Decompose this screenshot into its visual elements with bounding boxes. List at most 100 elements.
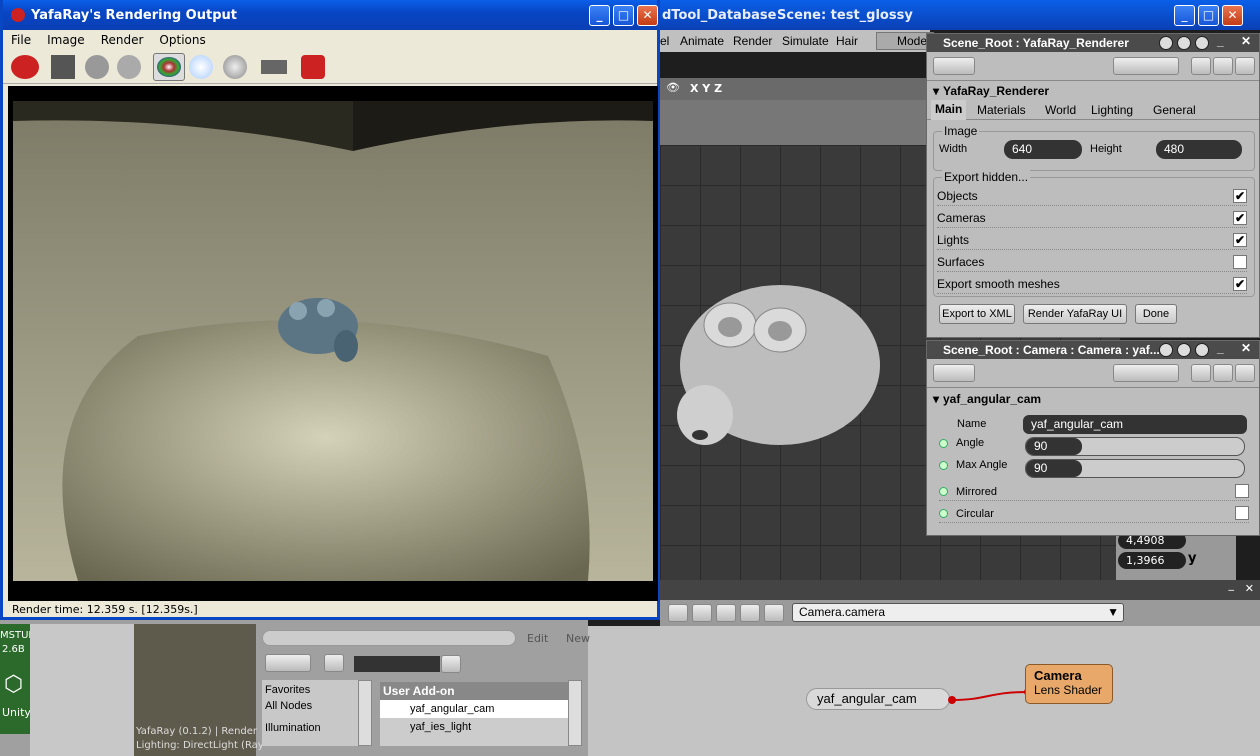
close-button[interactable]: ✕ — [1222, 5, 1243, 26]
tab-world[interactable]: World — [1045, 103, 1076, 117]
export-icon[interactable] — [117, 55, 141, 79]
tab-materials[interactable]: Materials — [977, 103, 1026, 117]
menu-options[interactable]: Options — [151, 33, 213, 47]
category-scrollbar[interactable] — [358, 680, 372, 746]
unity-label[interactable]: Unity — [2, 706, 31, 719]
search-input[interactable] — [354, 656, 440, 672]
circular-anim-icon[interactable] — [939, 509, 948, 518]
export-to-xml-button[interactable]: Export to XML — [939, 304, 1015, 324]
width-field[interactable]: 640 — [1004, 140, 1082, 159]
lens-shader-port[interactable]: Lens Shader — [1026, 683, 1112, 697]
clear-icon[interactable] — [668, 604, 688, 622]
show-alpha-icon[interactable] — [189, 55, 213, 79]
save-icon[interactable] — [51, 55, 75, 79]
panel-close-icon[interactable]: ✕ — [1241, 34, 1251, 48]
render-close-button[interactable]: ✕ — [637, 5, 658, 26]
sync-icon[interactable] — [324, 654, 344, 672]
menu-model-fragment[interactable]: el — [660, 34, 669, 48]
addon-item-ies-light[interactable]: yaf_ies_light — [380, 718, 568, 736]
menu-animate[interactable]: Animate — [680, 34, 724, 48]
shader-icon[interactable] — [716, 604, 736, 622]
circular-checkbox[interactable] — [1235, 506, 1249, 520]
eye-icon[interactable]: 👁 — [666, 81, 680, 94]
tab-main[interactable]: Main — [931, 100, 967, 120]
menu-render[interactable]: Render — [733, 34, 772, 48]
menu-hair[interactable]: Hair — [836, 34, 858, 48]
minimize-button[interactable]: _ — [1174, 5, 1195, 26]
cameras-checkbox[interactable]: ✔ — [1233, 211, 1247, 225]
minimize-icon[interactable]: _ — [1229, 578, 1235, 591]
revert-icon[interactable] — [1213, 57, 1233, 75]
lock-icon[interactable] — [1159, 36, 1173, 50]
unity-icon[interactable]: ⬡ — [4, 672, 23, 697]
camera-refresh-icon[interactable] — [1177, 343, 1191, 357]
category-illumination[interactable]: Illumination — [262, 712, 372, 734]
render-maximize-button[interactable]: □ — [613, 5, 634, 26]
render-tree-canvas[interactable]: yaf_angular_cam Camera Lens Shader — [588, 626, 1260, 756]
camera-section-header[interactable]: ▾ yaf_angular_cam — [927, 387, 1259, 409]
category-all-nodes[interactable]: All Nodes — [262, 696, 372, 712]
quit-icon[interactable] — [301, 55, 325, 79]
menu-render-yaf[interactable]: Render — [93, 33, 152, 47]
preset-icons[interactable] — [1113, 57, 1179, 75]
render-yafaray-ui-button[interactable]: Render YafaRay UI — [1023, 304, 1127, 324]
max-angle-anim-icon[interactable] — [939, 460, 948, 470]
camera-close-icon[interactable]: ✕ — [1241, 341, 1251, 355]
edit-button[interactable]: Edit — [527, 632, 548, 645]
menu-simulate[interactable]: Simulate — [782, 34, 829, 48]
angle-slider[interactable]: 90 — [1025, 437, 1245, 456]
lights-checkbox[interactable]: ✔ — [1233, 233, 1247, 247]
value-y[interactable]: 1,3966 — [1118, 552, 1186, 569]
smooth-meshes-checkbox[interactable]: ✔ — [1233, 277, 1247, 291]
render-icon[interactable] — [11, 55, 39, 79]
maximize-button[interactable]: □ — [1198, 5, 1219, 26]
info-icon[interactable] — [1195, 36, 1209, 50]
angle-value[interactable]: 90 — [1026, 438, 1082, 455]
max-angle-value[interactable]: 90 — [1026, 460, 1082, 477]
save-alpha-icon[interactable] — [85, 55, 109, 79]
mirrored-checkbox[interactable] — [1235, 484, 1249, 498]
mirrored-anim-icon[interactable] — [939, 487, 948, 496]
thumbnail[interactable]: YafaRay (0.1.2) | Render Lighting: Direc… — [134, 624, 264, 756]
camera-lock-icon[interactable] — [1159, 343, 1173, 357]
name-field[interactable]: yaf_angular_cam — [1023, 415, 1247, 434]
max-angle-slider[interactable]: 90 — [1025, 459, 1245, 478]
refresh-icon-2[interactable] — [1177, 36, 1191, 50]
show-depth-icon[interactable] — [223, 55, 247, 79]
angle-anim-icon[interactable] — [939, 438, 948, 448]
objects-checkbox[interactable]: ✔ — [1233, 189, 1247, 203]
close-icon[interactable]: ✕ — [1245, 582, 1254, 595]
refresh-icon[interactable] — [692, 604, 712, 622]
menu-file[interactable]: File — [3, 33, 39, 47]
node-camera[interactable]: Camera Lens Shader — [1025, 664, 1113, 704]
back-icon[interactable] — [740, 604, 760, 622]
panel-minimize-icon[interactable]: _ — [1217, 34, 1224, 48]
zoom-icon[interactable] — [261, 60, 287, 74]
show-rgb-icon[interactable] — [153, 53, 185, 81]
view-mode-icon[interactable] — [265, 654, 311, 672]
surfaces-checkbox[interactable] — [1233, 255, 1247, 269]
render-minimize-button[interactable]: _ — [589, 5, 610, 26]
camera-preset-icons[interactable] — [1113, 364, 1179, 382]
height-field[interactable]: 480 — [1156, 140, 1242, 159]
category-favorites[interactable]: Favorites — [262, 680, 372, 696]
done-button[interactable]: Done — [1135, 304, 1177, 324]
camera-minimize-icon[interactable]: _ — [1217, 341, 1224, 355]
help-icon[interactable] — [764, 604, 784, 622]
preset-path[interactable] — [262, 630, 516, 646]
addon-item-angular-cam[interactable]: yaf_angular_cam — [380, 700, 568, 718]
node-yaf-angular-cam[interactable]: yaf_angular_cam — [806, 688, 950, 710]
render-tree-dropdown[interactable]: Camera.camera ▼ — [792, 603, 1124, 622]
search-icon[interactable] — [441, 655, 461, 673]
help-icon-2[interactable] — [1235, 57, 1255, 75]
camera-revert-icon[interactable] — [1213, 364, 1233, 382]
camera-magnet-icon[interactable] — [1191, 364, 1211, 382]
nav-icons[interactable] — [933, 57, 975, 75]
camera-info-icon[interactable] — [1195, 343, 1209, 357]
tab-lighting[interactable]: Lighting — [1091, 103, 1133, 117]
magnet-icon[interactable] — [1191, 57, 1211, 75]
menu-image[interactable]: Image — [39, 33, 93, 47]
addon-scrollbar[interactable] — [568, 680, 582, 746]
new-button[interactable]: New — [566, 632, 590, 645]
tab-general[interactable]: General — [1153, 103, 1196, 117]
